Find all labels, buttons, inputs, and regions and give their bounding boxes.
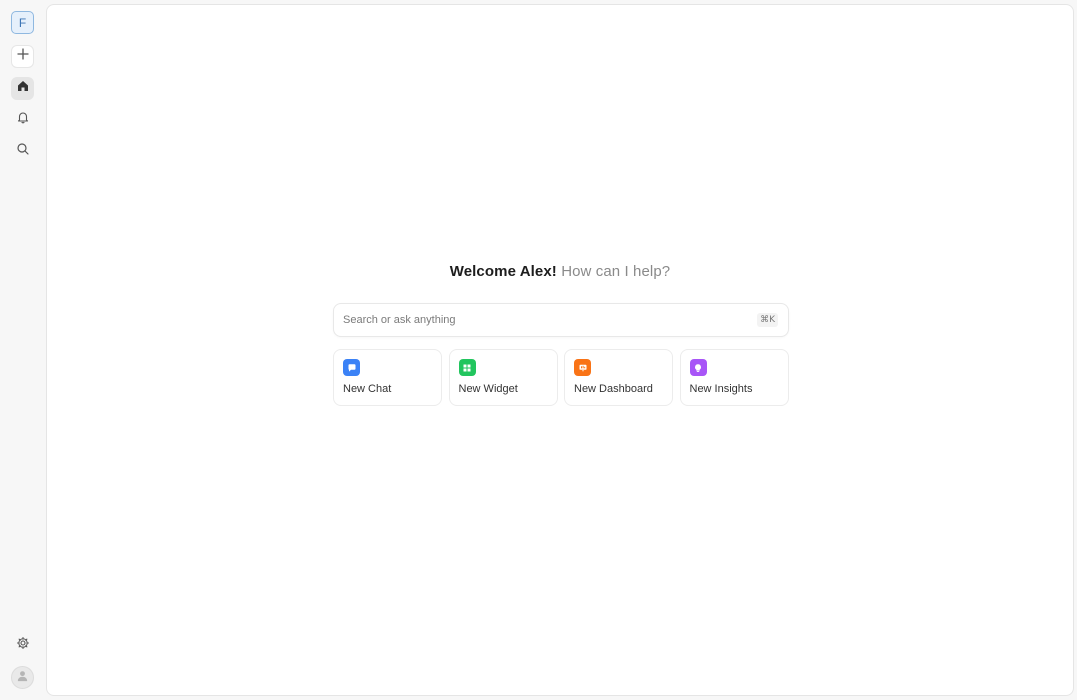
home-icon [16,79,30,98]
new-insights-card[interactable]: New Insights [679,349,789,406]
search-box: ⌘K [333,303,789,337]
card-label: New Insights [689,383,753,395]
welcome-prompt: How can I help? [561,263,671,280]
app-window: F Welcome Alex! How can I help? Search o… [0,0,1077,700]
card-label: New Dashboard [574,383,653,395]
user-avatar[interactable] [11,666,34,689]
new-widget-card[interactable]: New Widget [448,349,558,406]
welcome-greeting: Welcome Alex! [449,263,557,280]
shortcut-hint: ⌘K [757,313,778,327]
new-chat-card[interactable]: New Chat [333,349,442,406]
main-panel: Welcome Alex! How can I help? ⌘K New Cha… [46,4,1074,696]
sidebar-item-notifications[interactable] [11,108,34,131]
sidebar-item-search[interactable] [11,140,34,163]
plus-icon [16,47,30,66]
card-label: New Chat [343,383,392,395]
card-label: New Widget [458,383,518,395]
bell-icon [16,110,30,129]
sidebar: F [0,0,46,700]
new-button[interactable] [11,45,34,68]
lightbulb-icon [689,359,707,376]
chat-icon [343,359,360,376]
workspace-initial: F [18,15,27,30]
search-input[interactable] [343,304,743,336]
sidebar-item-home[interactable] [11,77,34,100]
gear-icon [16,636,30,655]
welcome-heading: Welcome Alex! How can I help? [47,263,1073,280]
workspace-switcher[interactable]: F [11,11,34,34]
dashboard-icon [574,359,591,376]
quick-actions: New Chat New Widget New Dashboard New In… [333,349,789,406]
grid-icon [458,359,476,376]
user-avatar-icon [16,669,29,687]
search-icon [16,142,30,161]
settings-button[interactable] [11,634,34,657]
new-dashboard-card[interactable]: New Dashboard [564,349,673,406]
